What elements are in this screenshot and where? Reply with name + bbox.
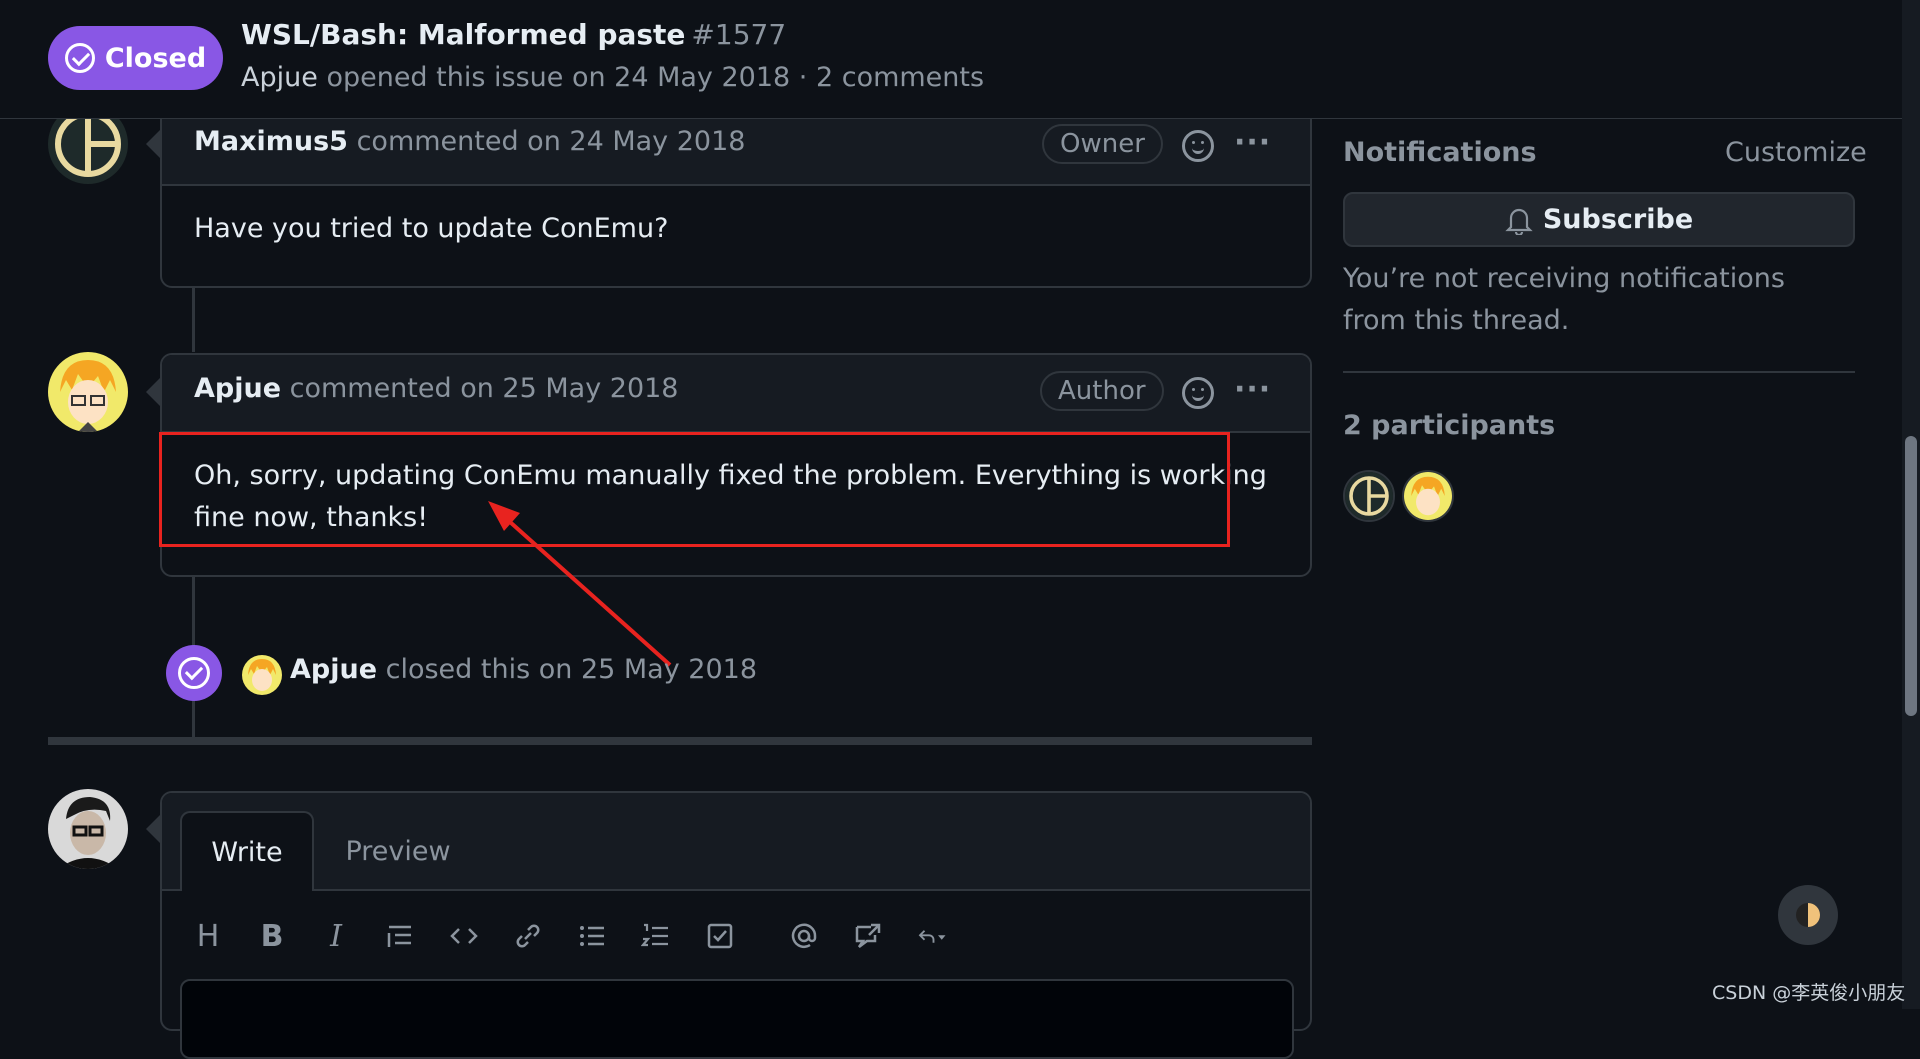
reply-icon — [918, 930, 946, 943]
unordered-list-button[interactable] — [560, 911, 624, 961]
comment-pointer — [146, 815, 160, 843]
markdown-toolbar: H B I — [176, 911, 964, 961]
participants-heading: 2 participants — [1343, 410, 1556, 441]
issue-title: WSL/Bash: Malformed paste #1577 — [241, 18, 786, 51]
quote-icon — [387, 925, 411, 947]
issue-meta-text: opened this issue on 24 May 2018 · 2 com… — [326, 62, 985, 93]
mention-button[interactable] — [772, 911, 836, 961]
tab-write[interactable]: Write — [180, 811, 314, 891]
comment-textarea[interactable] — [180, 979, 1294, 1059]
annotation-highlight-box — [159, 432, 1230, 547]
closed-event-text: Apjue closed this on 25 May 2018 — [290, 654, 757, 685]
bell-icon — [1505, 208, 1533, 235]
avatar-apjue[interactable] — [48, 352, 128, 432]
link-button[interactable] — [496, 911, 560, 961]
comment-options-kebab-icon[interactable]: ··· — [1234, 128, 1271, 158]
comment-timestamp[interactable]: commented on 24 May 2018 — [357, 126, 746, 157]
add-reaction-icon[interactable] — [1182, 377, 1214, 409]
ordered-list-button[interactable] — [624, 911, 688, 961]
subscribe-button[interactable]: Subscribe — [1343, 192, 1855, 247]
comment-header: Maximus5 commented on 24 May 2018 Owner … — [162, 108, 1310, 186]
issue-state-badge: Closed — [48, 26, 223, 90]
customize-link[interactable]: Customize — [1725, 137, 1867, 168]
quote-button[interactable] — [368, 911, 432, 961]
avatar-current-user[interactable] — [48, 789, 128, 869]
cross-reference-button[interactable] — [836, 911, 900, 961]
bold-button[interactable]: B — [240, 911, 304, 961]
comment-pointer — [146, 378, 160, 406]
code-button[interactable] — [432, 911, 496, 961]
comment-maximus5: Maximus5 commented on 24 May 2018 Owner … — [160, 106, 1312, 288]
code-icon — [450, 928, 478, 944]
theme-toggle-button[interactable] — [1778, 885, 1838, 945]
comment-body: Have you tried to update ConEmu? — [194, 213, 669, 244]
issue-meta-author-link[interactable]: Apjue — [241, 62, 318, 93]
issue-state-label: Closed — [104, 42, 207, 74]
issue-number: #1577 — [691, 18, 787, 51]
new-comment-editor: Write Preview H B I — [160, 791, 1312, 1059]
current-user-avatar-image — [48, 789, 128, 869]
timeline-line — [192, 280, 195, 352]
notification-status-note: You’re not receiving notifications from … — [1343, 263, 1785, 336]
issue-title-text: WSL/Bash: Malformed paste — [241, 18, 686, 51]
heading-button[interactable]: H — [176, 911, 240, 961]
scrollbar-thumb[interactable] — [1905, 436, 1917, 716]
apjue-avatar-image — [1404, 472, 1452, 520]
comment-author-link[interactable]: Apjue — [194, 373, 281, 404]
maximus5-avatar-image — [1345, 472, 1393, 520]
participant-avatar-maximus5[interactable] — [1343, 470, 1395, 522]
timeline-divider — [48, 737, 1312, 745]
ordered-list-icon — [641, 923, 668, 947]
sidebar-separator — [1343, 371, 1855, 373]
comment-timestamp[interactable]: commented on 25 May 2018 — [290, 373, 679, 404]
notifications-heading: Notifications — [1343, 137, 1537, 168]
task-list-button[interactable] — [688, 911, 752, 961]
apjue-avatar-image — [48, 352, 128, 432]
subscribe-label: Subscribe — [1542, 204, 1694, 235]
editor-header: Write Preview — [162, 793, 1310, 891]
apjue-avatar-image — [242, 655, 282, 695]
watermark-text: CSDN @李英俊小朋友 — [1712, 982, 1906, 1004]
comment-author-link[interactable]: Maximus5 — [194, 126, 348, 157]
cross-reference-icon — [855, 923, 881, 948]
saved-replies-button[interactable] — [900, 911, 964, 961]
comment-author-line: Apjue commented on 25 May 2018 — [194, 373, 679, 404]
add-reaction-icon[interactable] — [1182, 130, 1214, 162]
mention-icon — [791, 923, 817, 948]
comment-pointer — [146, 130, 160, 158]
closed-event-badge — [166, 645, 222, 701]
closed-event-check-icon — [178, 657, 210, 689]
participant-avatar-apjue[interactable] — [1402, 470, 1454, 522]
italic-button[interactable]: I — [304, 911, 368, 961]
comment-header: Apjue commented on 25 May 2018 Author ··… — [162, 355, 1310, 433]
event-actor-link[interactable]: Apjue — [290, 654, 377, 685]
unordered-list-icon — [580, 926, 604, 946]
owner-badge: Owner — [1042, 124, 1163, 164]
tab-preview[interactable]: Preview — [328, 811, 468, 891]
event-description[interactable]: closed this on 25 May 2018 — [386, 654, 757, 685]
annotation-arrow-icon — [488, 501, 672, 667]
avatar-apjue-small[interactable] — [242, 655, 282, 695]
issue-header: Closed WSL/Bash: Malformed paste #1577 Ap… — [0, 0, 1902, 119]
closed-check-icon — [64, 43, 95, 73]
link-icon — [516, 924, 540, 948]
author-badge: Author — [1040, 371, 1164, 411]
comment-author-line: Maximus5 commented on 24 May 2018 — [194, 126, 745, 157]
issue-meta: Apjue opened this issue on 24 May 2018 ·… — [241, 62, 984, 93]
half-moon-icon — [1796, 903, 1820, 927]
task-list-icon — [707, 923, 733, 949]
comment-options-kebab-icon[interactable]: ··· — [1234, 375, 1271, 405]
